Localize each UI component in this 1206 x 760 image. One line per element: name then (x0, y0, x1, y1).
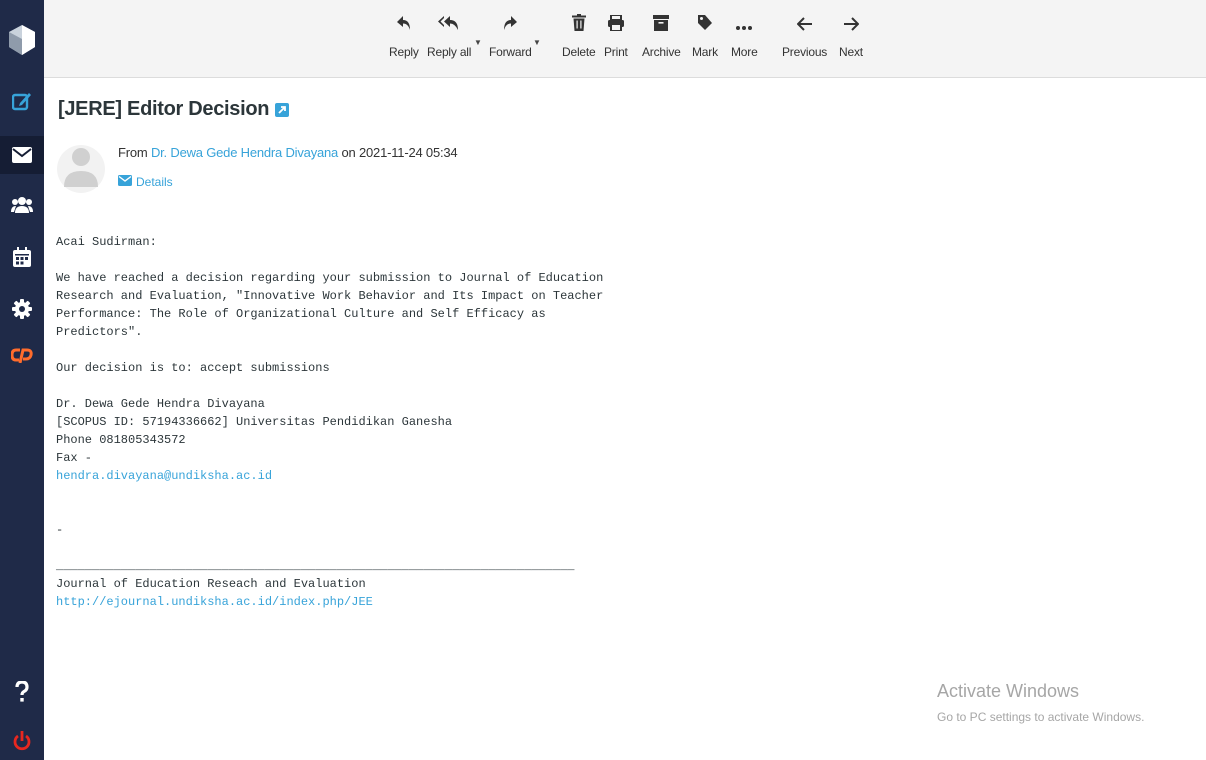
previous-label: Previous (782, 45, 828, 59)
more-label: More (731, 45, 758, 59)
journal-url-link[interactable]: http://ejournal.undiksha.ac.id/index.php… (56, 593, 656, 611)
compose-icon (12, 91, 32, 111)
sidebar-item-compose[interactable] (0, 82, 44, 120)
envelope-icon (118, 175, 132, 189)
signature-phone: Phone 081805343572 (56, 433, 186, 447)
print-label: Print (604, 45, 628, 59)
signature-fax: Fax - (56, 451, 93, 465)
tag-icon (697, 14, 713, 36)
sender-link[interactable]: Dr. Dewa Gede Hendra Divayana (151, 145, 338, 160)
contacts-icon (11, 196, 33, 214)
sidebar-item-help[interactable] (0, 673, 44, 711)
reply-button[interactable]: Reply (389, 16, 419, 59)
sidebar-item-logout[interactable] (0, 722, 44, 760)
forward-button[interactable]: Forward (489, 16, 532, 59)
journal-name: Journal of Education Reseach and Evaluat… (56, 577, 366, 591)
avatar (56, 135, 106, 203)
message-date: on 2021-11-24 05:34 (341, 145, 458, 160)
more-icon (736, 18, 753, 36)
next-label: Next (839, 45, 863, 59)
reply-icon (396, 15, 412, 36)
sidebar (0, 0, 44, 760)
calendar-icon (13, 247, 31, 267)
from-prefix: From (118, 145, 148, 160)
signature-name: Dr. Dewa Gede Hendra Divayana (56, 397, 265, 411)
settings-icon (12, 299, 32, 319)
archive-label: Archive (642, 45, 681, 59)
reply-all-label: Reply all (427, 45, 472, 59)
subject-text: [JERE] Editor Decision (58, 98, 270, 120)
archive-button[interactable]: Archive (642, 15, 681, 59)
activation-watermark-title: Activate Windows (937, 681, 1080, 701)
message-toolbar: Reply Reply all ▼ Forward ▼ Delete Print… (44, 0, 1206, 78)
app-logo[interactable] (8, 24, 36, 56)
archive-icon (653, 15, 670, 36)
reply-all-button[interactable]: Reply all (427, 16, 471, 59)
forward-label: Forward (489, 45, 532, 59)
open-in-new-window-icon[interactable] (275, 100, 290, 123)
print-button[interactable]: Print (604, 14, 628, 59)
body-paragraph: We have reached a decision regarding you… (56, 271, 604, 339)
more-button[interactable]: More (731, 16, 758, 59)
arrow-left-icon (796, 17, 813, 36)
activation-watermark-subtitle: Go to PC settings to activate Windows. (937, 710, 1145, 724)
message-subject: [JERE] Editor Decision (58, 98, 290, 123)
signature-email-link[interactable]: hendra.divayana@undiksha.ac.id (56, 467, 656, 485)
body-decision: Our decision is to: accept submissions (56, 361, 330, 375)
reply-label: Reply (389, 45, 419, 59)
details-toggle[interactable]: Details (118, 175, 173, 189)
signature-affiliation: [SCOPUS ID: 57194336662] Universitas Pen… (56, 415, 453, 429)
cpanel-icon (11, 347, 33, 363)
signature-dash: - (56, 523, 64, 537)
sidebar-item-cpanel[interactable] (0, 336, 44, 374)
mail-icon (12, 147, 32, 163)
help-icon (15, 681, 29, 703)
reply-all-icon (438, 15, 460, 36)
printer-icon (607, 14, 624, 36)
sidebar-item-settings[interactable] (0, 290, 44, 328)
forward-icon (502, 15, 518, 36)
message-body: Acai Sudirman: We have reached a decisio… (56, 233, 656, 611)
reply-all-dropdown-icon[interactable]: ▼ (474, 38, 482, 47)
delete-label: Delete (562, 45, 596, 59)
sidebar-item-mail[interactable] (0, 136, 44, 174)
signature-rule: ________________________________________… (56, 559, 575, 573)
logout-icon (13, 731, 31, 751)
body-greeting: Acai Sudirman: (56, 235, 157, 249)
delete-button[interactable]: Delete (562, 14, 596, 59)
sidebar-item-calendar[interactable] (0, 238, 44, 276)
sidebar-item-contacts[interactable] (0, 186, 44, 224)
from-line: From Dr. Dewa Gede Hendra Divayana on 20… (118, 145, 458, 160)
trash-icon (571, 14, 586, 36)
arrow-right-icon (843, 17, 860, 36)
forward-dropdown-icon[interactable]: ▼ (533, 38, 541, 47)
mark-button[interactable]: Mark (692, 14, 718, 59)
previous-button[interactable]: Previous (782, 16, 827, 59)
details-label: Details (136, 175, 173, 189)
next-button[interactable]: Next (839, 16, 863, 59)
mark-label: Mark (692, 45, 718, 59)
